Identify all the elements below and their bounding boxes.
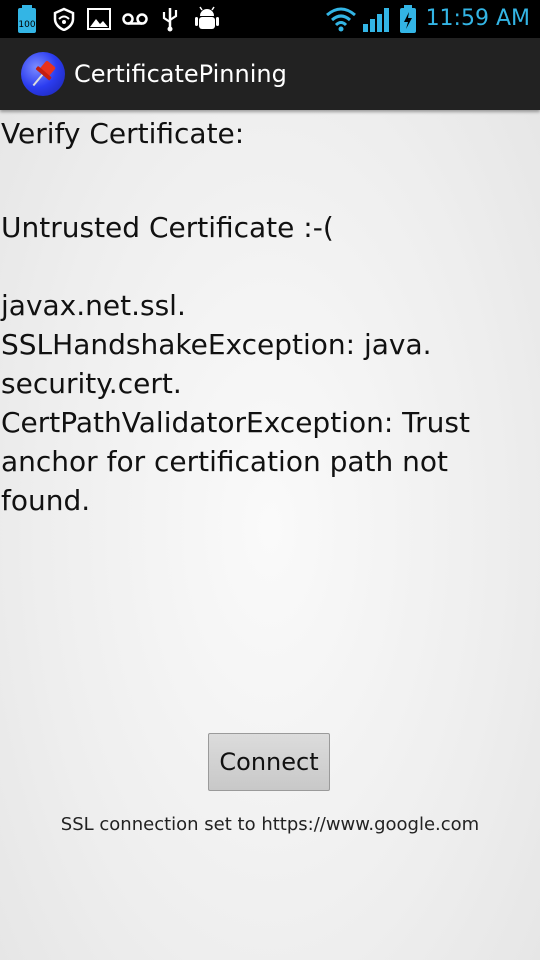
app-icon[interactable]	[21, 52, 65, 96]
image-icon	[87, 5, 111, 33]
app-title: CertificatePinning	[74, 60, 287, 88]
battery-charging-icon	[398, 5, 418, 33]
error-line: security.cert.	[1, 367, 182, 400]
clock: 11:59 AM	[425, 6, 530, 31]
shield-icon	[52, 5, 76, 33]
usb-icon	[160, 5, 180, 33]
signal-icon	[362, 5, 392, 33]
error-message: javax.net.ssl. SSLHandshakeException: ja…	[1, 286, 531, 520]
error-line: javax.net.ssl.	[1, 289, 186, 322]
result-label: Untrusted Certificate :-(	[1, 211, 334, 244]
connect-button[interactable]: Connect	[208, 733, 330, 791]
error-line: CertPathValidatorException: Trust	[1, 406, 470, 439]
connection-info: SSL connection set to https://www.google…	[60, 814, 480, 835]
svg-text:100: 100	[18, 20, 35, 30]
battery-100-icon: 100	[16, 5, 38, 33]
error-line: anchor for certification path not	[1, 445, 449, 478]
action-bar: CertificatePinning	[0, 38, 540, 110]
status-bar: 100 11:59 AM	[0, 0, 540, 38]
verify-label: Verify Certificate:	[1, 117, 245, 150]
error-line: found.	[1, 484, 91, 517]
wifi-icon	[325, 5, 357, 33]
android-debug-icon	[194, 5, 220, 33]
pushpin-icon	[32, 61, 56, 87]
voicemail-icon	[122, 5, 148, 33]
error-line: SSLHandshakeException: java.	[1, 328, 432, 361]
